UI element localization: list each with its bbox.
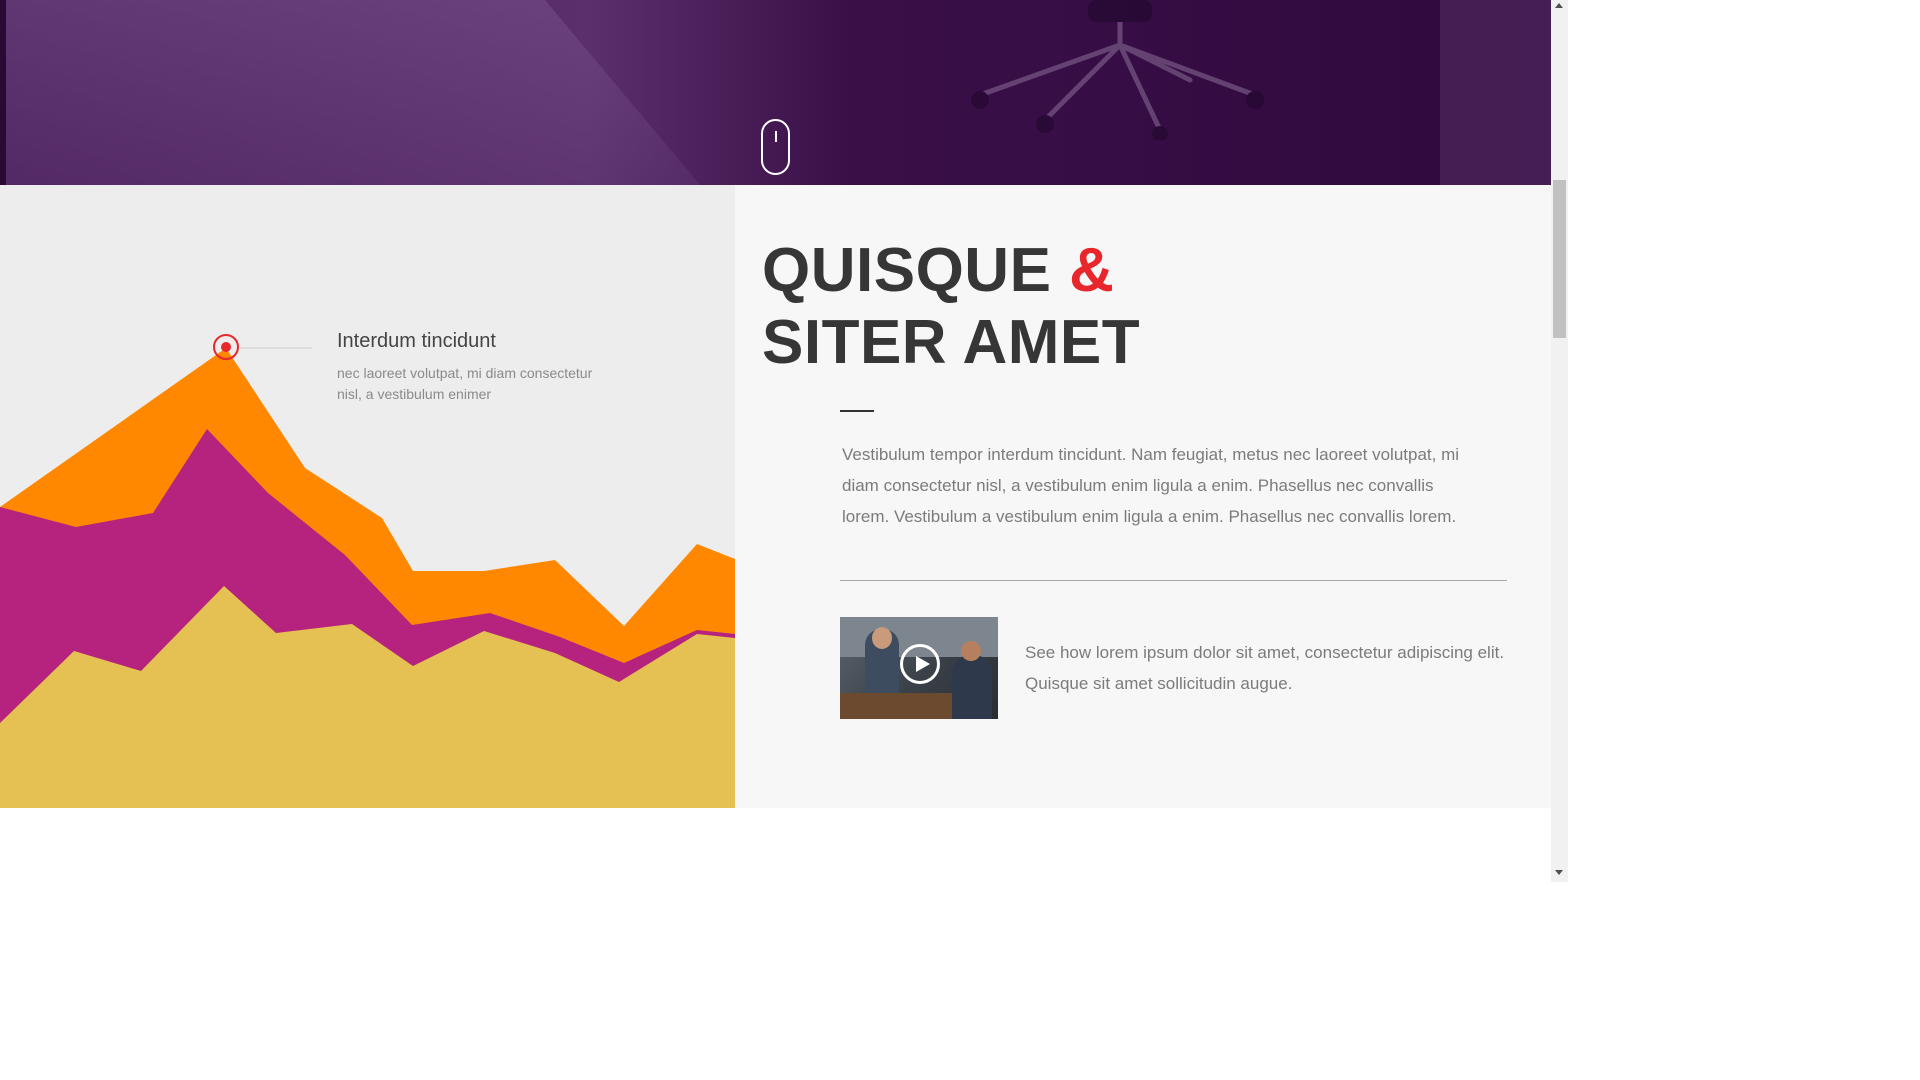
headline-line1: QUISQUE [762,236,1052,305]
peak-marker-dot [221,342,231,352]
hero-glass-panel [0,0,700,185]
area-chart-panel: Interdum tincidunt nec laoreet volutpat,… [0,185,735,808]
thumb-person-right [952,655,992,719]
chart-annotation-text: nec laoreet volutpat, mi diam consectetu… [337,365,593,402]
hero-office-chair-graphic [971,0,1264,140]
headline-divider [840,410,874,412]
mouse-wheel [775,131,777,142]
play-icon[interactable] [900,644,940,684]
page-scrollbar[interactable] [1551,0,1568,882]
section-headline: QUISQUE & SITER AMET [762,235,1462,379]
hero-edge-strip [0,0,6,185]
video-description: See how lorem ipsum dolor sit amet, cons… [1025,643,1505,693]
video-thumbnail[interactable] [840,617,998,719]
scroll-up-arrow-icon[interactable] [1555,3,1563,8]
lead-paragraph: Vestibulum tempor interdum tincidunt. Na… [842,445,1460,526]
thumb-person-left-head [872,627,892,649]
headline-line2: SITER AMET [762,308,1141,377]
mouse-scroll-icon[interactable] [761,119,790,175]
headline-ampersand: & [1069,236,1115,305]
scroll-thumb[interactable] [1553,180,1566,338]
hero-banner [0,0,1551,185]
hero-cabinet [1440,0,1551,185]
thumb-desk [840,693,952,719]
content-panel: QUISQUE & SITER AMET Vestibulum tempor i… [735,185,1551,808]
scroll-down-arrow-icon[interactable] [1555,870,1563,875]
section-divider [840,580,1507,581]
chart-annotation-title: Interdum tincidunt [337,330,496,352]
page: Interdum tincidunt nec laoreet volutpat,… [0,0,1568,882]
thumb-person-right-head [961,641,981,661]
area-chart [0,334,735,808]
